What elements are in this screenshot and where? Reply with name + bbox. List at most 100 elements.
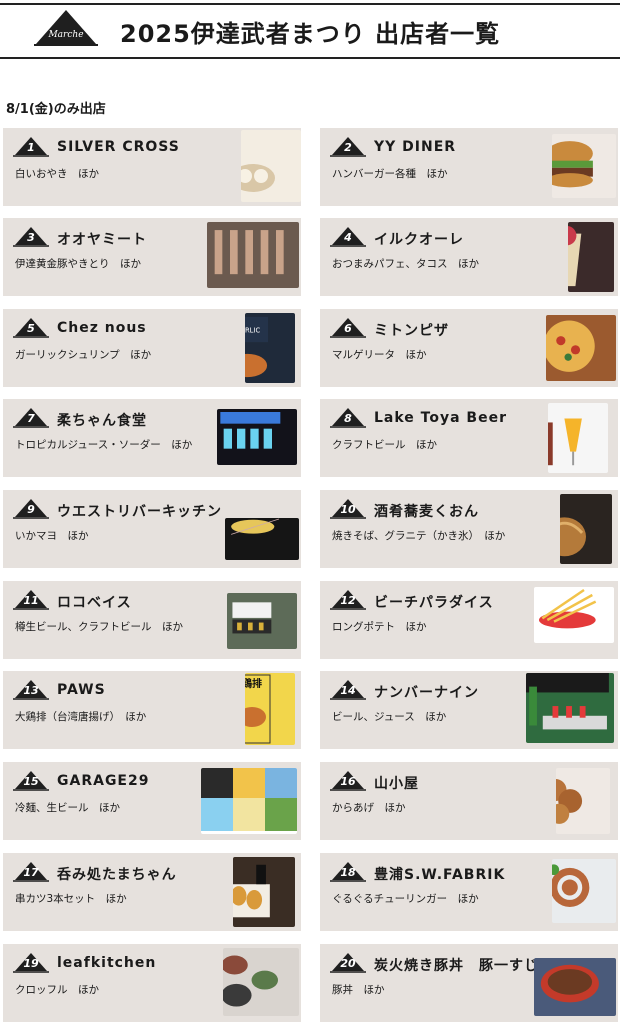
vendor-number: 9 — [27, 503, 35, 516]
vendor-name: ナンバーナイン — [374, 685, 479, 701]
vendor-items: 冷麺、生ビール ほか — [15, 802, 120, 814]
vendor-card: 12 ビーチパラダイスロングポテト ほか — [320, 581, 618, 659]
vendor-items: 白いおやき ほか — [15, 168, 99, 180]
vendor-name: 豊浦S.W.FABRIK — [374, 867, 506, 883]
vendor-card: 3 オオヤミート 伊達黄金豚やきとり ほか — [3, 218, 301, 296]
shrimp-photo: GARLIC — [245, 313, 295, 383]
vendor-items: トロピカルジュース・ソーダー ほか — [15, 439, 193, 451]
vendor-items: ぐるぐるチューリンガー ほか — [332, 893, 479, 905]
pizza-photo — [546, 315, 616, 381]
vendor-name: 酒肴蕎麦くおん — [374, 504, 479, 520]
vendor-name: Lake Toya Beer — [374, 410, 507, 426]
burger-photo — [552, 134, 616, 198]
vendor-number: 10 — [340, 503, 356, 516]
header-top-rule — [0, 3, 620, 5]
vendor-number: 5 — [27, 322, 35, 335]
vendor-number: 1 — [27, 141, 35, 154]
fried-chicken-poster: 大鶏排 — [245, 673, 295, 745]
yakitori-photo — [207, 222, 299, 288]
vendor-number: 15 — [23, 775, 39, 788]
vendor-name: ミトンピザ — [374, 323, 449, 339]
vendor-number: 4 — [344, 231, 352, 244]
vendor-name: 山小屋 — [374, 776, 419, 792]
marche-tent-logo: Marche — [34, 8, 98, 48]
squid-photo — [225, 518, 299, 560]
vendor-name: ウエストリバーキッチン — [57, 504, 222, 520]
vendor-name: GARAGE29 — [57, 773, 150, 789]
soda-photo — [217, 409, 297, 465]
vendor-card: 20 炭火焼き豚丼 豚一すじ豚丼 ほか — [320, 944, 618, 1022]
vendor-card: 18 豊浦S.W.FABRIK ぐるぐるチューリンガー ほか — [320, 853, 618, 931]
vendor-items: いかマヨ ほか — [15, 530, 89, 542]
vendor-name: イルクオーレ — [374, 232, 464, 248]
vendor-items: 大鶏排（台湾唐揚げ） ほか — [15, 711, 147, 723]
sausage-photo — [552, 859, 616, 923]
kushikatsu-photo — [233, 857, 295, 927]
vendor-card: 7 柔ちゃん食堂トロピカルジュース・ソーダー ほか — [3, 399, 301, 477]
yakisoba-photo — [560, 494, 612, 564]
vendor-items: ビール、ジュース ほか — [332, 711, 447, 723]
vendor-items: おつまみパフェ、タコス ほか — [332, 258, 479, 270]
vendor-card: 13 PAWS 大鶏排（台湾唐揚げ） ほか 大鶏排 — [3, 671, 301, 749]
fries-photo — [534, 587, 614, 643]
vendor-name: オオヤミート — [57, 232, 147, 248]
vendor-items: 串カツ3本セット ほか — [15, 893, 127, 905]
vendor-number: 3 — [27, 231, 35, 244]
vendor-number: 13 — [23, 684, 39, 697]
croffle-photo — [223, 948, 299, 1016]
page-title: 2025伊達武者まつり 出店者一覧 — [120, 20, 501, 48]
vendor-card: 15 GARAGE29 冷麺、生ビール ほか — [3, 762, 301, 840]
vendor-card: 19 leafkitchen クロッフル ほか — [3, 944, 301, 1022]
vendor-number: 8 — [344, 412, 352, 425]
vendor-card: 11 ロコベイス 樽生ビール、クラフトビール ほか — [3, 581, 301, 659]
header-bottom-rule — [0, 57, 620, 59]
vendor-name: SILVER CROSS — [57, 139, 180, 155]
vendor-number: 18 — [340, 866, 356, 879]
vendor-number: 16 — [340, 775, 356, 788]
vendor-card: 8 Lake Toya Beer クラフトビール ほか — [320, 399, 618, 477]
vendor-items: ハンバーガー各種 ほか — [332, 168, 448, 180]
vendor-name: Chez nous — [57, 320, 147, 336]
oyaki-photo — [241, 130, 301, 202]
vendor-number: 17 — [23, 866, 39, 879]
beer-photo — [548, 403, 608, 473]
parfait-photo — [568, 222, 614, 292]
vendor-name: ビーチパラダイス — [374, 595, 494, 611]
vendor-number: 14 — [340, 684, 356, 697]
vendor-name: leafkitchen — [57, 955, 157, 971]
svg-text:GARLIC: GARLIC — [245, 326, 260, 334]
poster-title: 大鶏排 — [245, 677, 262, 690]
vendor-name: 柔ちゃん食堂 — [57, 413, 147, 429]
vendor-items: 豚丼 ほか — [332, 984, 385, 996]
vendor-items: マルゲリータ ほか — [332, 349, 427, 361]
vendor-card: 9 ウエストリバーキッチンいかマヨ ほか — [3, 490, 301, 568]
page-header: Marche 2025伊達武者まつり 出店者一覧 — [0, 0, 620, 62]
section-label: 8/1(金)のみ出店 — [6, 102, 106, 117]
vendor-card: 10 酒肴蕎麦くおん焼きそば、グラニテ（かき氷） ほか — [320, 490, 618, 568]
drinks-stand-photo — [526, 673, 614, 743]
vendor-card: 16 山小屋からあげ ほか — [320, 762, 618, 840]
vendor-card: 14 ナンバーナインビール、ジュース ほか — [320, 671, 618, 749]
vendor-number: 12 — [340, 594, 356, 607]
vendor-card: 6 ミトンピザ マルゲリータ ほか — [320, 309, 618, 387]
vendor-number: 7 — [27, 412, 35, 425]
vendor-items: からあげ ほか — [332, 802, 406, 814]
vendor-items: ガーリックシュリンプ ほか — [15, 349, 152, 361]
vendor-card: 1 SILVER CROSS 白いおやき ほか — [3, 128, 301, 206]
butadon-photo — [534, 958, 616, 1016]
vendor-items: クラフトビール ほか — [332, 439, 437, 451]
vendor-name: 炭火焼き豚丼 豚一すじ — [374, 958, 539, 974]
vendor-card: 5 Chez nous ガーリックシュリンプ ほか GARLIC — [3, 309, 301, 387]
noodles-collage-photo — [201, 768, 297, 834]
vendor-name: ロコベイス — [57, 595, 132, 611]
vendor-card: 17 呑み処たまちゃん串カツ3本セット ほか — [3, 853, 301, 931]
logo-text: Marche — [48, 30, 84, 40]
vendor-number: 20 — [340, 957, 356, 970]
vendor-name: YY DINER — [374, 139, 457, 155]
vendor-items: 焼きそば、グラニテ（かき氷） ほか — [332, 530, 506, 542]
vendor-name: 呑み処たまちゃん — [57, 867, 177, 883]
vendor-items: ロングポテト ほか — [332, 621, 427, 633]
beer-stand-photo — [227, 593, 297, 649]
vendor-name: PAWS — [57, 682, 106, 698]
vendor-number: 11 — [23, 594, 39, 607]
